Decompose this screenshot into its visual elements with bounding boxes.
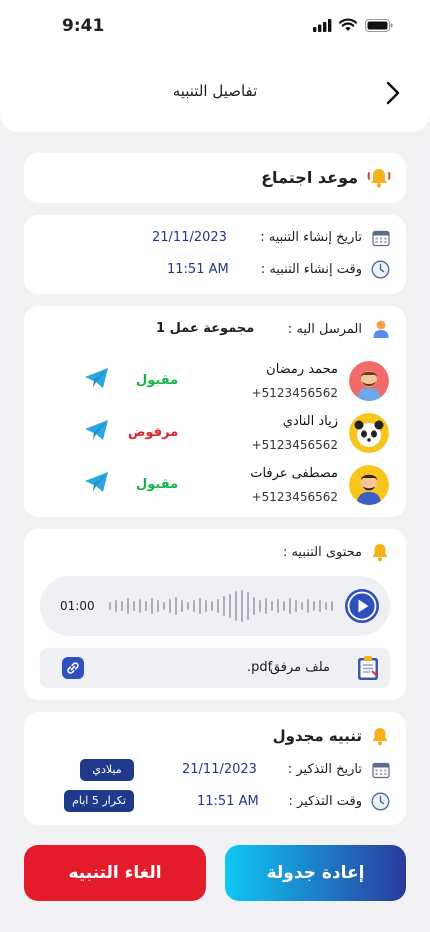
status-badge: مقبول [136, 373, 179, 388]
calendar-type-badge: ميلادي [80, 759, 134, 781]
user-icon [373, 320, 389, 338]
repeat-badge: تكرار 5 ايام [64, 790, 134, 812]
play-button[interactable] [344, 588, 380, 624]
recipient-name: مصطفى عرفات [250, 466, 338, 481]
event-title: موعد اجتماع [261, 168, 358, 187]
status-badge: مرفوض [128, 425, 179, 440]
created-info-card: تاريخ إنشاء التنبيه : 21/11/2023 وقت إنش… [24, 215, 406, 294]
calendar-icon [372, 762, 390, 779]
reschedule-button[interactable]: إعادة جدولة [225, 845, 406, 901]
bell-icon [372, 544, 388, 562]
calendar-icon [372, 230, 390, 247]
wifi-icon [339, 18, 357, 31]
attachment-filename: .pdf [247, 660, 273, 675]
attachment-label: ملف مرفق [269, 660, 330, 675]
clock-icon [371, 792, 390, 811]
recipients-card: المرسل اليه : مجموعة عمل 1 محمد رمضان +5… [24, 306, 406, 517]
content-card: محتوى التنبيه : 01:00 ملف مرفق .pdf [24, 529, 406, 700]
created-time-value: 11:51 AM [167, 262, 229, 277]
avatar [349, 465, 389, 505]
schedule-card: تنبيه مجدول تاريخ التذكير : 21/11/2023 م… [24, 712, 406, 825]
recipient-phone: +5123456562 [251, 438, 338, 452]
reminder-date-label: تاريخ التذكير : [287, 762, 362, 777]
clock-icon [371, 260, 390, 279]
link-icon[interactable] [62, 657, 84, 679]
battery-icon [365, 19, 393, 32]
back-arrow-icon[interactable] [383, 80, 403, 106]
created-date-value: 21/11/2023 [152, 230, 227, 245]
reminder-date-value: 21/11/2023 [182, 762, 257, 777]
recipient-name: محمد رمضان [266, 362, 338, 377]
cancel-alert-button[interactable]: الغاء التنبيه [24, 845, 206, 901]
status-badge: مقبول [136, 477, 179, 492]
recipient-name: زياد النادي [282, 414, 338, 429]
recipient-phone: +5123456562 [251, 386, 338, 400]
reminder-time-label: وقت التذكير : [288, 794, 362, 809]
telegram-send-icon[interactable] [84, 471, 110, 493]
audio-time: 01:00 [60, 599, 95, 613]
created-date-label: تاريخ إنشاء التنبيه : [260, 230, 362, 245]
telegram-send-icon[interactable] [84, 419, 110, 441]
content-label: محتوى التنبيه : [282, 545, 362, 560]
created-time-label: وقت إنشاء التنبيه : [260, 262, 362, 277]
audio-waveform[interactable] [106, 587, 336, 625]
bell-icon [372, 728, 388, 746]
event-title-card: موعد اجتماع [24, 153, 406, 203]
recipients-label: المرسل اليه : [287, 322, 362, 337]
ringing-bell-icon [367, 169, 391, 188]
telegram-send-icon[interactable] [84, 367, 110, 389]
reminder-time-value: 11:51 AM [197, 794, 259, 809]
attachment-row[interactable] [40, 648, 390, 688]
group-name: مجموعة عمل 1 [156, 321, 255, 336]
schedule-title: تنبيه مجدول [272, 727, 362, 745]
page-title: تفاصيل التنبيه [172, 82, 258, 100]
signal-icon [313, 19, 332, 32]
avatar [349, 413, 389, 453]
clipboard-icon [358, 656, 378, 680]
recipient-phone: +5123456562 [251, 490, 338, 504]
avatar [349, 361, 389, 401]
status-time: 9:41 [62, 16, 105, 36]
